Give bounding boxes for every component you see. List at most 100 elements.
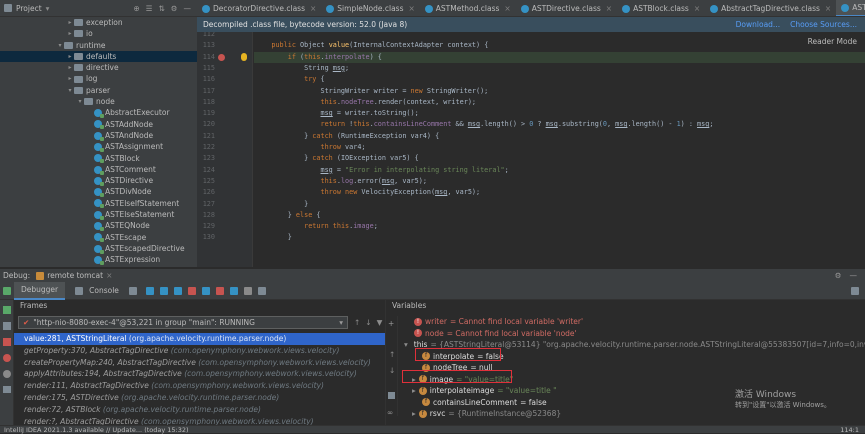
tree-item[interactable]: ▸ defaults [0, 50, 197, 63]
variable-row[interactable]: ▸ f interpolateimage = "value=title " [412, 385, 557, 397]
tree-item[interactable]: ASTEQNode [0, 220, 197, 231]
chevron-right-icon[interactable]: ▸ [412, 385, 416, 397]
tree-item[interactable]: ASTExpression [0, 254, 197, 265]
settings-icon[interactable]: ⚙ [171, 4, 178, 13]
code-line[interactable]: String msg; [255, 63, 349, 74]
code-line[interactable]: } catch (RuntimeException var4) { [255, 131, 439, 142]
tree-item[interactable]: ▾ node [0, 96, 197, 107]
collapse-all-icon[interactable]: ☰ [146, 4, 153, 13]
editor-tab[interactable]: ASTDirective.class × [516, 0, 617, 16]
code-line[interactable]: this.nodeTree.render(context, writer); [255, 97, 476, 108]
hide-icon[interactable]: — [850, 271, 858, 280]
variable-row[interactable]: ! writer = Cannot find local variable 'wr… [414, 316, 583, 328]
chevron-right-icon[interactable]: ▸ [66, 17, 74, 28]
close-icon[interactable]: × [504, 4, 510, 13]
tree-item[interactable]: ASTBlock [0, 153, 197, 164]
expand-icon[interactable]: ⇅ [158, 4, 164, 13]
hide-icon[interactable]: — [184, 4, 192, 13]
stack-frame[interactable]: render:?, AbstractTagDirective (com.open… [14, 416, 385, 425]
chevron-down-icon[interactable]: ▾ [66, 85, 74, 96]
chevron-right-icon[interactable]: ▸ [66, 73, 74, 84]
tree-item[interactable]: ASTEscape [0, 232, 197, 243]
layout-settings-icon[interactable] [851, 286, 859, 295]
stack-frame[interactable]: value:281, ASTStringLiteral (org.apache.… [14, 333, 385, 345]
stack-frame[interactable]: createPropertyMap:240, AbstractTagDirect… [14, 357, 385, 369]
tree-item[interactable]: ASTAndNode [0, 130, 197, 141]
mute-breakpoints-icon[interactable] [3, 370, 11, 378]
rerun-icon[interactable] [3, 286, 11, 295]
variable-row[interactable]: ▸ f rsvc = {RuntimeInstance@52368} [412, 408, 561, 420]
chevron-down-icon[interactable]: ▾ [56, 40, 64, 51]
chevron-down-icon[interactable]: ▾ [404, 339, 408, 351]
tree-item[interactable]: ASTDirective [0, 175, 197, 186]
caret-position[interactable]: 114:1 [840, 426, 865, 434]
view-breakpoints-icon[interactable] [3, 354, 11, 362]
lightbulb-icon[interactable] [241, 52, 247, 61]
tree-item[interactable]: ASTDivNode [0, 186, 197, 198]
tree-item[interactable]: AbstractExecutor [0, 107, 197, 119]
debug-config-tab[interactable]: remote tomcat × [36, 271, 112, 280]
code-line[interactable]: } catch (IOException var5) { [255, 153, 419, 164]
variable-row[interactable]: ! node = Cannot find local variable 'node… [414, 328, 577, 340]
tree-item[interactable]: ▾ runtime [0, 40, 197, 51]
editor-tab[interactable]: ASTBlock.class × [617, 0, 705, 16]
tree-item[interactable]: ▸ io [0, 28, 197, 39]
step-out-icon[interactable] [201, 286, 210, 295]
close-icon[interactable]: × [310, 4, 316, 13]
close-icon[interactable]: × [408, 4, 414, 13]
choose-sources-link[interactable]: Choose Sources... [790, 20, 857, 29]
evaluate-icon[interactable] [243, 286, 252, 295]
code-line[interactable]: return !this.containsLineComment && msg.… [255, 119, 713, 130]
project-title[interactable]: Project [16, 4, 42, 13]
drop-frame-icon[interactable] [215, 286, 224, 295]
tree-item[interactable]: ASTAssignment [0, 141, 197, 152]
code-line[interactable]: return this.image; [255, 221, 378, 232]
force-step-into-icon[interactable] [187, 286, 196, 295]
editor-tab[interactable]: AbstractTagDirective.class × [705, 0, 836, 16]
code-line[interactable]: throw new VelocityException(msg, var5); [255, 187, 480, 198]
show-execution-point-icon[interactable] [145, 286, 154, 295]
variable-row[interactable]: f containsLineComment = false [422, 397, 547, 409]
tree-item[interactable]: ASTComment [0, 164, 197, 175]
code-line[interactable]: public Object value(InternalContextAdapt… [255, 40, 488, 51]
layout-icon[interactable] [128, 286, 137, 295]
tree-item[interactable]: ▸ log [0, 73, 197, 84]
code-line[interactable]: } [255, 199, 308, 210]
chevron-right-icon[interactable]: ▸ [66, 62, 74, 73]
editor-tab[interactable]: SimpleNode.class × [321, 0, 419, 16]
tree-item[interactable]: ASTElseStatement [0, 209, 197, 220]
stack-frame[interactable]: applyAttributes:194, AbstractTagDirectiv… [14, 368, 385, 380]
stack-frame[interactable]: render:72, ASTBlock (org.apache.velocity… [14, 404, 385, 416]
status-text[interactable]: IntelliJ IDEA 2021.1.3 available // Upda… [4, 426, 189, 434]
editor-tab[interactable]: ASTStringLiteral.class× [836, 0, 865, 16]
chevron-right-icon[interactable]: ▸ [412, 408, 416, 420]
breakpoint-icon[interactable] [218, 53, 225, 61]
code-line[interactable]: msg = "Error in interpolating string lit… [255, 165, 508, 176]
tree-item[interactable]: ASTEscapedDirective [0, 243, 197, 254]
code-line[interactable]: msg = writer.toString(); [255, 108, 418, 119]
code-line[interactable]: StringWriter writer = new StringWriter()… [255, 86, 488, 97]
chevron-right-icon[interactable]: ▸ [66, 28, 74, 39]
down-icon[interactable]: ↓ [365, 318, 371, 327]
chevron-down-icon[interactable]: ▾ [76, 96, 84, 107]
pause-icon[interactable] [3, 322, 11, 330]
stack-frame[interactable]: getProperty:370, AbstractTagDirective (c… [14, 345, 385, 357]
tree-item[interactable]: ▸ exception [0, 17, 197, 28]
settings-icon[interactable]: ⚙ [835, 271, 842, 280]
close-icon[interactable]: × [606, 4, 612, 13]
add-icon[interactable]: ⊕ [133, 4, 139, 13]
download-link[interactable]: Download... [736, 20, 780, 29]
code-line[interactable]: } [255, 232, 292, 243]
dropdown-icon[interactable]: ▾ [46, 4, 50, 13]
table-view-icon[interactable] [257, 286, 266, 295]
tab-console[interactable]: Console [65, 282, 126, 300]
thread-selector[interactable]: ✔ "http-nio-8080-exec-4"@53,221 in group… [18, 316, 348, 329]
resume-icon[interactable] [3, 306, 11, 314]
chevron-right-icon[interactable]: ▸ [66, 51, 74, 62]
step-over-icon[interactable] [159, 286, 168, 295]
editor-tab[interactable]: ASTMethod.class × [420, 0, 516, 16]
step-into-icon[interactable] [173, 286, 182, 295]
code-line[interactable]: try { [255, 74, 324, 85]
code-editor[interactable]: 112 113 114 115 116 117 118 119 120 121 122 123 124 1… [197, 32, 865, 267]
tab-debugger[interactable]: Debugger [14, 281, 66, 300]
